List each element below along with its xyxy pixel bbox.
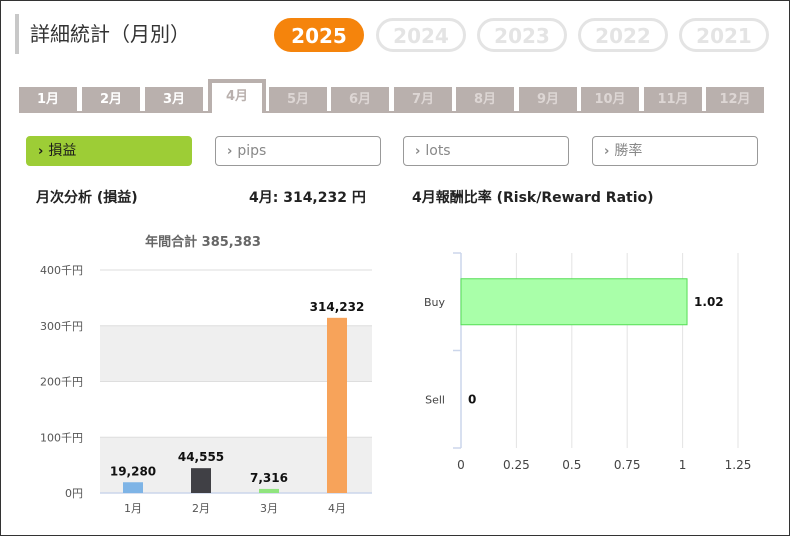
tab-month-9[interactable]: 9月	[519, 87, 577, 113]
tab-month-6[interactable]: 6月	[331, 87, 389, 113]
tab-month-3[interactable]: 3月	[145, 87, 203, 113]
page-title: 詳細統計（月別）	[15, 14, 190, 54]
tab-month-8[interactable]: 8月	[456, 87, 514, 113]
bar-4月	[327, 317, 347, 493]
metric-tab-label: 勝率	[614, 143, 643, 159]
metric-tab-label: lots	[425, 143, 451, 159]
ratio-heading: 4月報酬比率 (Risk/Reward Ratio)	[412, 190, 654, 206]
bar-Buy	[460, 278, 688, 326]
tab-month-10[interactable]: 10月	[581, 87, 639, 113]
y-tick-label: 400千円	[40, 264, 83, 277]
y-tick-label: 100千円	[40, 431, 83, 444]
tab-month-7[interactable]: 7月	[394, 87, 452, 113]
chevron-right-icon: ›	[227, 144, 233, 159]
data-label: 314,232	[310, 300, 365, 314]
x-tick-label: 0	[457, 458, 465, 472]
metric-tab-label: 損益	[48, 143, 77, 159]
x-tick-label: 1	[679, 458, 687, 472]
x-tick-label: 1月	[124, 502, 142, 515]
tab-month-1[interactable]: 1月	[19, 87, 77, 113]
monthly-analysis-heading: 月次分析 (損益)	[36, 190, 138, 206]
tab-month-11[interactable]: 11月	[644, 87, 702, 113]
chart-title: 年間合計 385,383	[145, 234, 261, 250]
tab-month-12[interactable]: 12月	[706, 87, 764, 113]
data-label: 0	[468, 392, 476, 406]
x-tick-label: 0.75	[614, 458, 641, 472]
x-tick-label: 4月	[328, 502, 346, 515]
year-pill-2023[interactable]: 2023	[477, 18, 567, 52]
data-label: 19,280	[110, 464, 156, 478]
data-label: 44,555	[178, 450, 224, 464]
bar-1月	[123, 482, 143, 493]
year-pill-2022[interactable]: 2022	[578, 18, 668, 52]
chevron-right-icon: ›	[38, 144, 44, 159]
chevron-right-icon: ›	[415, 144, 421, 159]
metric-tab-label: pips	[237, 143, 267, 159]
y-tick-label: 0円	[65, 487, 83, 500]
data-label: 7,316	[250, 471, 288, 485]
bar-2月	[191, 468, 211, 493]
chevron-right-icon: ›	[604, 144, 610, 159]
year-pill-2024[interactable]: 2024	[376, 18, 466, 52]
x-tick-label: 2月	[192, 502, 210, 515]
y-tick-label: 200千円	[40, 376, 83, 389]
month-tabs: 1月 2月 3月 4月 5月 6月 7月 8月 9月 10月 11月 12月	[19, 79, 764, 113]
x-tick-label: 0.5	[562, 458, 581, 472]
metric-tab-profit[interactable]: › 損益	[26, 136, 192, 166]
data-label: 1.02	[694, 295, 724, 309]
x-tick-label: 1.25	[725, 458, 752, 472]
metric-tab-winrate[interactable]: › 勝率	[592, 136, 758, 166]
x-tick-label: 3月	[260, 502, 278, 515]
tab-month-5[interactable]: 5月	[269, 87, 327, 113]
year-pill-2025[interactable]: 2025	[274, 18, 364, 52]
year-pill-2021[interactable]: 2021	[679, 18, 769, 52]
metric-tab-pips[interactable]: › pips	[215, 136, 381, 166]
metric-tab-lots[interactable]: › lots	[403, 136, 569, 166]
bar-3月	[259, 488, 279, 493]
monthly-profit-chart: 0円 100千円 200千円 300千円 400千円 年間合計 385,383 19,280…	[40, 234, 372, 515]
tab-month-2[interactable]: 2月	[82, 87, 140, 113]
current-month-summary: 4月: 314,232 円	[249, 190, 366, 206]
y-tick-label: Sell	[425, 393, 445, 406]
y-tick-label: Buy	[424, 296, 446, 309]
x-tick-label: 0.25	[503, 458, 530, 472]
y-tick-label: 300千円	[40, 320, 83, 333]
tab-month-4[interactable]: 4月	[208, 79, 266, 113]
risk-reward-chart: 0 0.25 0.5 0.75 1 1.25 Buy 1.02 Sell 0	[424, 252, 752, 472]
